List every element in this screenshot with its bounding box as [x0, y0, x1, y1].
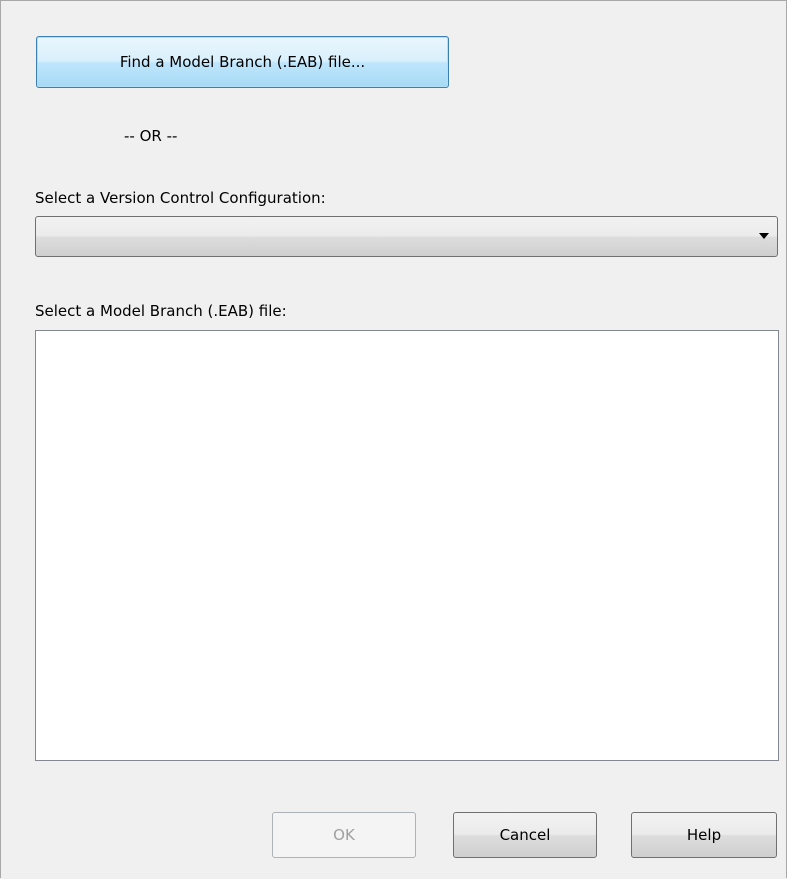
or-separator-label: -- OR -- [124, 127, 178, 145]
cancel-button-label: Cancel [499, 826, 551, 844]
find-model-branch-button[interactable]: Find a Model Branch (.EAB) file... [36, 36, 449, 88]
model-branch-file-label: Select a Model Branch (.EAB) file: [35, 302, 287, 320]
dropdown-arrow-icon[interactable] [759, 233, 769, 239]
help-button-label: Help [686, 826, 722, 844]
ok-button[interactable]: OK [272, 812, 416, 858]
find-model-branch-button-label: Find a Model Branch (.EAB) file... [119, 53, 366, 71]
cancel-button[interactable]: Cancel [453, 812, 597, 858]
version-control-config-dropdown[interactable] [35, 216, 778, 257]
ok-button-label: OK [333, 826, 355, 844]
model-branch-file-list[interactable] [35, 330, 779, 761]
help-button[interactable]: Help [631, 812, 777, 858]
version-control-config-label: Select a Version Control Configuration: [35, 189, 326, 207]
dialog-window: Find a Model Branch (.EAB) file... -- OR… [0, 0, 787, 878]
